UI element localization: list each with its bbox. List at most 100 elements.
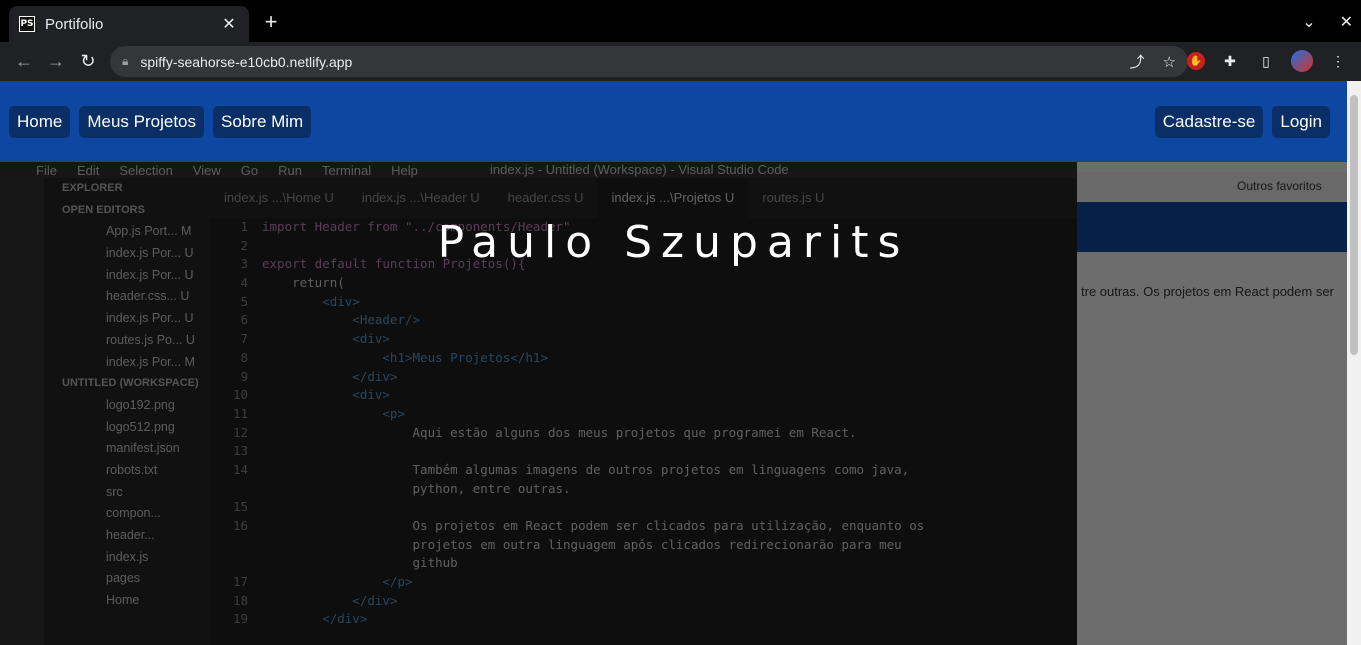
bg-sidebar-item: routes.js Po... U — [106, 332, 195, 347]
bg-line-number: 5 — [240, 293, 248, 309]
bg-code-text: </p> — [262, 574, 413, 590]
browser-toolbar: ← → ↻ 🔒︎ spiffy-seahorse-e10cb0.netlify.… — [0, 42, 1361, 81]
bg-line-number: 13 — [232, 443, 248, 459]
window-controls: ⌄ ✕ — [1302, 12, 1353, 32]
bg-code-line: github — [210, 554, 1077, 573]
scrollbar-thumb[interactable] — [1350, 95, 1358, 355]
bg-menu-item: Selection — [119, 162, 173, 178]
bg-line-number: 18 — [232, 592, 248, 608]
bg-sidebar-item: index.js Por... M — [106, 354, 195, 369]
bg-code-text: <div> — [262, 387, 390, 403]
share-icon[interactable]: ⤴ — [1130, 51, 1145, 72]
bg-code-text: <p> — [262, 405, 405, 421]
nav-home-button[interactable]: Home — [9, 105, 71, 138]
bg-menu-item: Terminal — [322, 162, 372, 178]
bg-line-number: 12 — [232, 424, 248, 440]
puzzle-extensions-icon[interactable]: ✚ — [1219, 50, 1241, 72]
bg-code-text: </div> — [262, 611, 368, 627]
bg-menu-item: Run — [278, 162, 302, 178]
address-bar[interactable]: 🔒︎ spiffy-seahorse-e10cb0.netlify.app ⤴ … — [110, 46, 1188, 77]
bg-line-number: 15 — [232, 499, 248, 515]
nav-about-button[interactable]: Sobre Mim — [213, 105, 312, 138]
close-window-icon[interactable]: ✕ — [1340, 12, 1353, 32]
bg-line-number: 17 — [232, 574, 248, 590]
bg-code-line: 6 <Header/> — [210, 311, 1077, 330]
new-tab-icon[interactable]: + — [260, 11, 282, 33]
bg-line-number: 16 — [232, 518, 248, 533]
bg-code-line: 15 — [210, 498, 1077, 517]
bg-vscode-window-title: index.js - Untitled (Workspace) - Visual… — [490, 162, 789, 177]
bg-sidebar-item: EXPLORER — [62, 182, 123, 194]
lock-icon[interactable]: 🔒︎ — [122, 54, 128, 69]
bg-line-number: 10 — [232, 387, 248, 403]
bg-sidebar-item: logo512.png — [106, 419, 175, 434]
page-viewport: File Edit Selection View Go Run Terminal Help i… — [0, 81, 1347, 645]
nav-projects-button[interactable]: Meus Projetos — [79, 105, 205, 138]
bg-menu-item: Help — [391, 162, 418, 178]
bg-code-line: 7 <div> — [210, 330, 1077, 349]
browser-tab[interactable]: PS Portifolio ✕ — [9, 6, 249, 42]
extensions-area: ✋ ✚ ▯ ⋮ — [1187, 50, 1349, 72]
bg-code-line: 12 Aqui estão alguns dos meus projetos q… — [210, 424, 1077, 443]
bg-code-line: 17 </p> — [210, 573, 1077, 592]
bg-code-text: <div> — [262, 331, 390, 347]
bg-code-line: 10 <div> — [210, 386, 1077, 405]
close-tab-icon[interactable]: ✕ — [219, 14, 239, 34]
forward-arrow-icon[interactable]: → — [40, 51, 72, 72]
bg-code-line: 14 Também algumas imagens de outros proj… — [210, 461, 1077, 480]
bg-code-text: github — [262, 555, 458, 571]
bg-line-number: 14 — [232, 461, 248, 477]
bg-menu-item: File — [36, 162, 57, 178]
bg-line-number: 7 — [240, 331, 248, 347]
bg-code-line: 16 Os projetos em React podem ser clicad… — [210, 517, 1077, 536]
page-scrollbar[interactable] — [1347, 81, 1361, 645]
bg-code-line: python, entre outras. — [210, 480, 1077, 499]
bg-sidebar-item: index.js Por... U — [106, 267, 194, 282]
bg-code-line: 5 <div> — [210, 293, 1077, 312]
bg-line-number — [210, 554, 262, 573]
bg-vscode-tabs: index.js ...\Home U index.js ...\Header U… — [210, 178, 1077, 218]
bg-sidebar-item: index.js — [106, 549, 149, 564]
bg-code-line: 9 </div> — [210, 368, 1077, 387]
bg-editor-tab: index.js ...\Projetos U — [597, 178, 749, 218]
bg-sidebar-item: header.css... U — [106, 289, 190, 304]
tab-search-chevron-icon[interactable]: ⌄ — [1302, 12, 1315, 32]
bg-code-text: <div> — [262, 293, 360, 309]
bg-line-number — [210, 536, 262, 555]
bg-favorites-bar: Outros favoritos — [1077, 172, 1347, 200]
kebab-menu-icon[interactable]: ⋮ — [1327, 50, 1349, 72]
bg-code-line: 13 — [210, 442, 1077, 461]
bg-line-number: 6 — [240, 312, 248, 328]
back-arrow-icon[interactable]: ← — [8, 51, 40, 72]
bg-menu-item: View — [192, 162, 221, 178]
bg-sidebar-item: src — [106, 484, 123, 499]
bg-editor-tab: routes.js U — [762, 190, 825, 205]
bg-sidebar-item: logo192.png — [106, 397, 175, 412]
profile-avatar[interactable] — [1291, 50, 1313, 72]
bg-code-text: </div> — [262, 592, 398, 608]
bg-editor-tab: index.js ...\Home U — [224, 190, 334, 205]
bg-line-number: 11 — [232, 405, 248, 421]
extension-red-icon[interactable]: ✋ — [1187, 52, 1205, 70]
bg-code-text: python, entre outras. — [262, 480, 571, 496]
browser-tabbar: PS Portifolio ✕ + ⌄ ✕ — [0, 0, 1361, 42]
bg-sidebar-item: compon... — [106, 506, 161, 521]
bg-code-line: 11 <p> — [210, 405, 1077, 424]
bg-menu-item: Go — [240, 162, 259, 178]
bookmark-star-icon[interactable]: ☆ — [1163, 53, 1176, 71]
reload-icon[interactable]: ↻ — [72, 51, 104, 72]
nav-signup-button[interactable]: Cadastre-se — [1154, 105, 1264, 138]
bg-sidebar-item: Home — [106, 593, 140, 608]
bg-sidebar-item: manifest.json — [106, 441, 180, 456]
bg-code-text: <h1>Meus Projetos</h1> — [262, 349, 548, 365]
nav-login-button[interactable]: Login — [1272, 105, 1330, 138]
url-text[interactable]: spiffy-seahorse-e10cb0.netlify.app — [140, 54, 1111, 70]
side-panel-icon[interactable]: ▯ — [1255, 50, 1277, 72]
bg-code-line: 4 return( — [210, 274, 1077, 293]
bg-code-text: projetos em outra linguagem após clicado… — [262, 536, 902, 552]
bg-editor-tab: header.css U — [507, 190, 584, 205]
bg-code-text: <Header/> — [262, 312, 421, 328]
bg-sidebar-item: robots.txt — [106, 462, 158, 477]
bg-code-text: Também algumas imagens de outros projeto… — [262, 461, 910, 477]
tab-title: Portifolio — [45, 15, 104, 33]
